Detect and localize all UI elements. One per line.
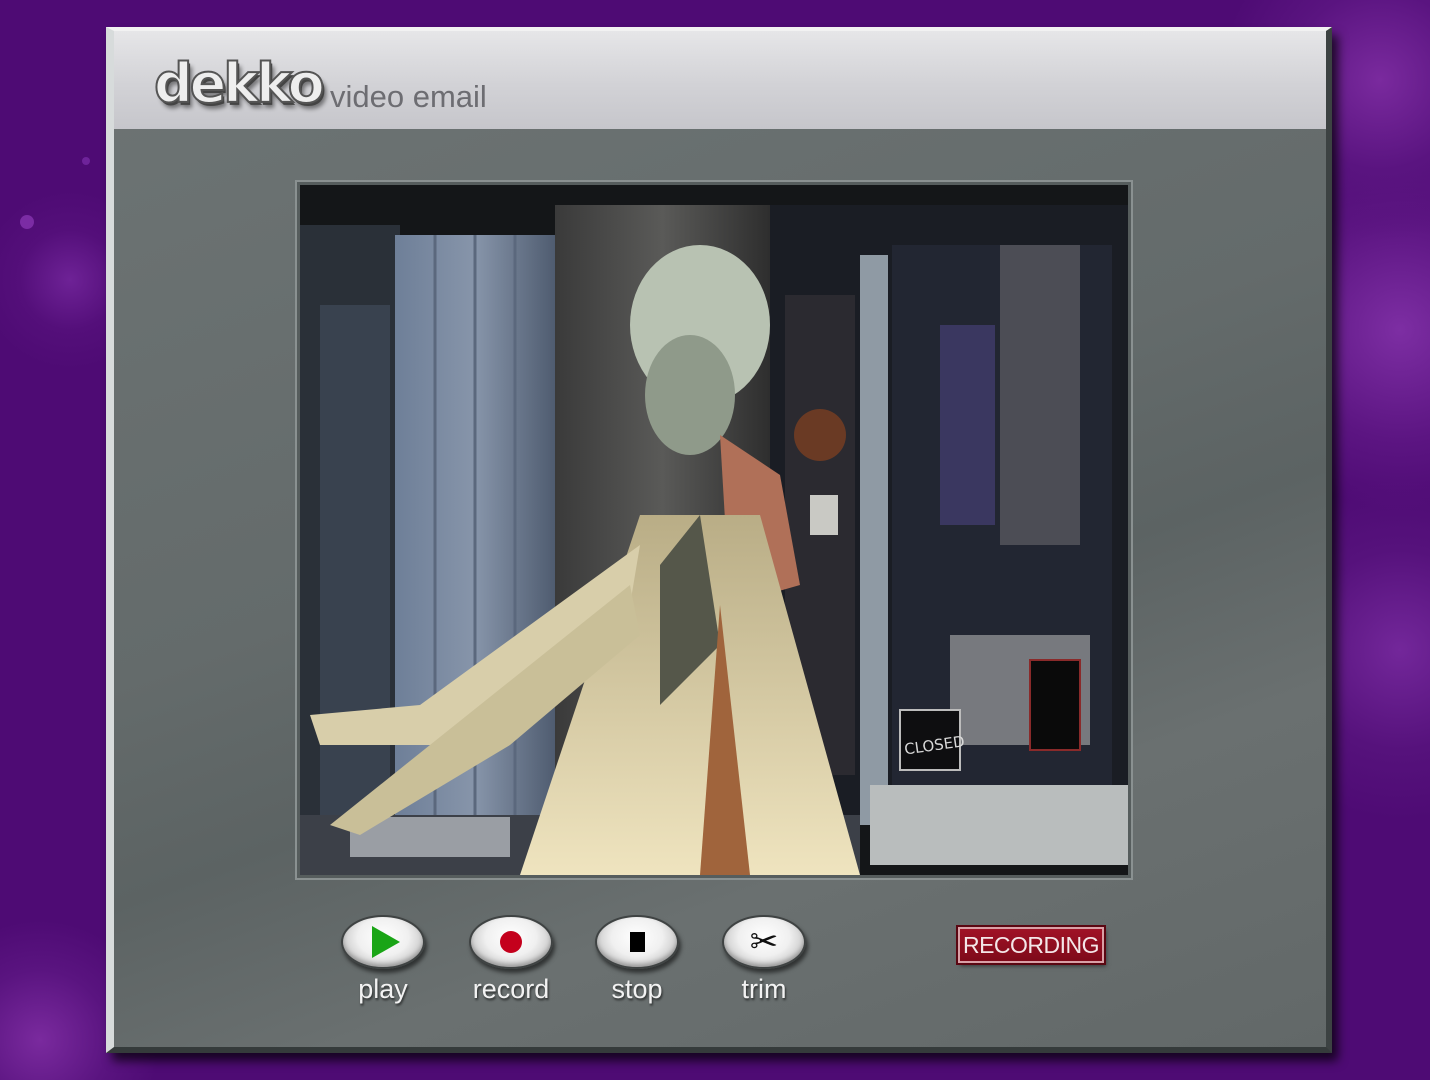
play-icon xyxy=(372,926,400,958)
record-label: record xyxy=(472,974,550,1004)
recording-status-badge: RECORDING xyxy=(958,927,1104,963)
decorative-bubble xyxy=(82,157,90,165)
play-button[interactable] xyxy=(341,915,425,969)
trim-button[interactable]: ✂ xyxy=(722,915,806,969)
video-frame-image: CLOSED xyxy=(300,185,1128,875)
record-control[interactable]: record xyxy=(466,915,556,1003)
stop-icon xyxy=(629,932,645,952)
trim-label: trim xyxy=(741,974,787,1004)
stop-label: stop xyxy=(611,974,663,1004)
play-label: play xyxy=(358,974,408,1004)
trim-control[interactable]: ✂ trim xyxy=(719,915,809,1003)
dekko-logo: dekko xyxy=(153,52,326,115)
title-bar: dekko video email xyxy=(114,31,1326,129)
decorative-bubble xyxy=(20,215,34,229)
play-control[interactable]: play xyxy=(338,915,428,1003)
record-icon xyxy=(500,931,522,953)
app-window: dekko video email CLOSED play record sto… xyxy=(106,27,1332,1053)
scissors-icon: ✂ xyxy=(749,922,779,962)
video-preview[interactable]: CLOSED xyxy=(300,185,1128,875)
stop-button[interactable] xyxy=(595,915,679,969)
record-button[interactable] xyxy=(469,915,553,969)
stop-control[interactable]: stop xyxy=(592,915,682,1003)
app-subtitle: video email xyxy=(330,79,487,114)
